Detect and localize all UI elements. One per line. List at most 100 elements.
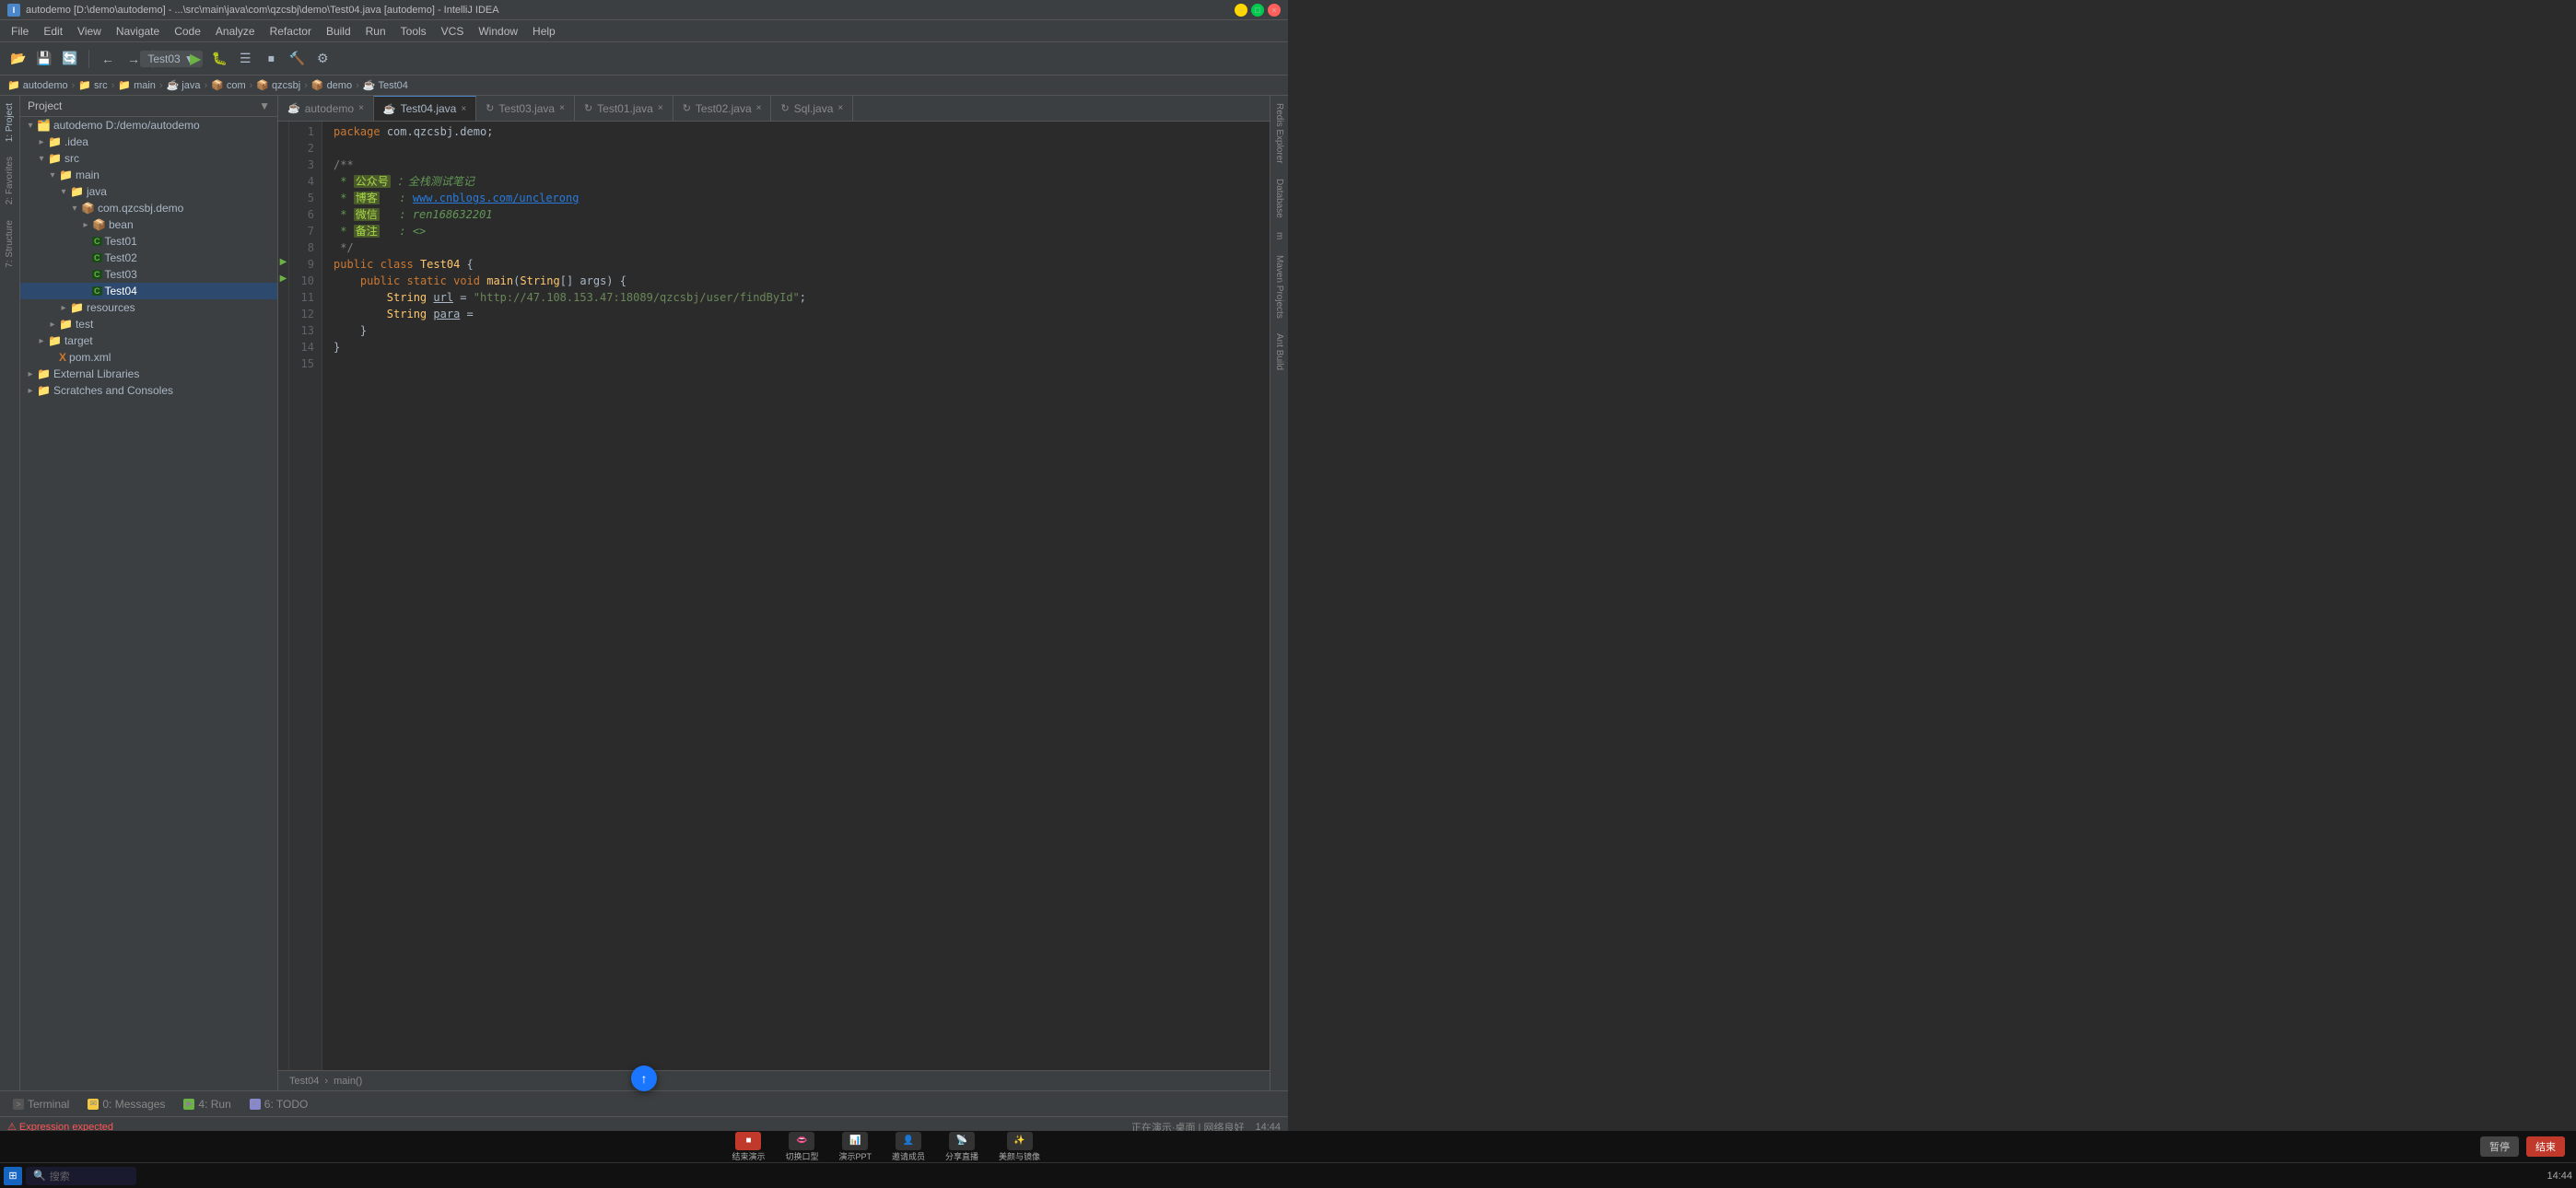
breadcrumb-item-main[interactable]: 📁main [118,79,156,91]
run-button[interactable]: ▶ [186,50,205,68]
tab-Test03.java[interactable]: ↻Test03.java× [476,96,575,121]
run-config-dropdown[interactable]: Test03 ▼ [160,48,182,70]
bottom-tab-todo[interactable]: ✓6: TODO [244,1094,314,1114]
menu-item-help[interactable]: Help [525,23,563,40]
menu-item-tools[interactable]: Tools [393,23,434,40]
gutter-line-10[interactable]: ▶ [278,271,288,287]
window-controls[interactable]: − □ × [1235,4,1281,17]
end-button[interactable]: 结束 [2526,1136,2565,1157]
overlay-ppt[interactable]: 📊 演示PPT [839,1132,872,1162]
build-button[interactable]: 🔨 [286,48,308,70]
tree-item-external-libs[interactable]: ▸📁External Libraries [20,366,277,382]
maximize-button[interactable]: □ [1251,4,1264,17]
pause-button[interactable]: 暂停 [2480,1136,2519,1157]
code-line-3[interactable]: /** [334,157,1270,173]
tab-close[interactable]: × [756,103,762,113]
tab-Sql.java[interactable]: ↻Sql.java× [771,96,853,121]
back-button[interactable]: ← [97,48,119,70]
search-bar[interactable]: 🔍 搜索 [26,1167,136,1185]
structure-tab[interactable]: 7: Structure [3,213,17,275]
project-tab[interactable]: 1: Project [3,96,17,149]
overlay-end-presentation[interactable]: ■ 结束演示 [732,1132,765,1162]
tree-item-autodemo-root[interactable]: ▾🗂️autodemo D:/demo/autodemo [20,117,277,134]
code-line-6[interactable]: * 微信 : ren168632201 [334,206,1270,223]
tree-item-scratches[interactable]: ▸📁Scratches and Consoles [20,382,277,399]
right-panel-database[interactable]: Database [1272,171,1286,226]
code-line-1[interactable]: package com.qzcsbj.demo; [334,123,1270,140]
tree-item-Test02[interactable]: CTest02 [20,250,277,266]
tree-item-target[interactable]: ▸📁target [20,332,277,349]
menu-item-navigate[interactable]: Navigate [109,23,167,40]
right-panel-ant-build[interactable]: Ant Build [1272,326,1286,378]
code-line-7[interactable]: * 备注 : <> [334,223,1270,239]
menu-item-vcs[interactable]: VCS [434,23,472,40]
breadcrumb-item-src[interactable]: 📁src [78,79,107,91]
tab-close[interactable]: × [461,104,466,114]
code-line-13[interactable]: } [334,322,1270,339]
minimize-button[interactable]: − [1235,4,1247,17]
overlay-switch-mouth[interactable]: 👄 切换口型 [785,1132,818,1162]
favorites-tab[interactable]: 2: Favorites [3,149,17,212]
code-line-10[interactable]: public static void main(String[] args) { [334,273,1270,289]
code-line-11[interactable]: String url = "http://47.108.153.47:18089… [334,289,1270,306]
tree-item-test[interactable]: ▸📁test [20,316,277,332]
overlay-beauty[interactable]: ✨ 美颜与镜像 [999,1132,1040,1162]
tree-item-Test01[interactable]: CTest01 [20,233,277,250]
breadcrumb-item-com[interactable]: 📦com [211,79,245,91]
tree-item-main[interactable]: ▾📁main [20,167,277,183]
code-line-2[interactable] [334,140,1270,157]
tree-item-resources[interactable]: ▸📁resources [20,299,277,316]
tab-close[interactable]: × [658,103,663,113]
menu-item-build[interactable]: Build [319,23,358,40]
code-line-8[interactable]: */ [334,239,1270,256]
menu-item-code[interactable]: Code [167,23,208,40]
right-panel-redis-explorer[interactable]: Redis Explorer [1272,96,1286,171]
open-button[interactable]: 📂 [7,48,29,70]
editor-content[interactable]: ▶▶ 123456789101112131415 package com.qzc… [278,122,1270,1070]
stop-button[interactable]: ⏹ [260,48,282,70]
tree-item-bean[interactable]: ▸📦bean [20,216,277,233]
settings-button[interactable]: ⚙ [311,48,334,70]
breadcrumb-item-autodemo[interactable]: 📁autodemo [7,79,68,91]
windows-button[interactable]: ⊞ [4,1167,22,1185]
gutter-line-9[interactable]: ▶ [278,254,288,271]
bottom-tab-run[interactable]: ▶4: Run [178,1094,236,1114]
code-line-15[interactable] [334,355,1270,372]
tab-close[interactable]: × [358,103,364,113]
code-line-4[interactable]: * 公众号 ：全栈测试笔记 [334,173,1270,190]
run-coverage-button[interactable]: ☰ [234,48,256,70]
tab-close[interactable]: × [559,103,565,113]
code-line-5[interactable]: * 博客 : www.cnblogs.com/unclerong [334,190,1270,206]
debug-button[interactable]: 🐛 [208,48,230,70]
code-editor[interactable]: package com.qzcsbj.demo; /** * 公众号 ：全栈测试笔… [322,122,1270,1070]
menu-item-analyze[interactable]: Analyze [208,23,263,40]
overlay-share[interactable]: 📡 分享直播 [945,1132,978,1162]
right-panel-maven-projects[interactable]: Maven Projects [1272,248,1286,326]
right-panel-m[interactable]: m [1272,225,1286,247]
code-line-12[interactable]: String para = [334,306,1270,322]
tab-Test02.java[interactable]: ↻Test02.java× [673,96,772,121]
tree-item-Test04[interactable]: CTest04 [20,283,277,299]
bottom-tab-messages[interactable]: ✉0: Messages [82,1094,170,1114]
code-line-9[interactable]: public class Test04 { [334,256,1270,273]
breadcrumb-item-java[interactable]: ☕java [167,79,201,91]
breadcrumb-item-test04[interactable]: ☕Test04 [363,79,408,91]
save-button[interactable]: 💾 [33,48,55,70]
tree-item-pom.xml[interactable]: Xpom.xml [20,349,277,366]
tab-Test04.java[interactable]: ☕Test04.java× [374,96,476,121]
bottom-tab-terminal[interactable]: >Terminal [7,1094,75,1114]
code-line-14[interactable]: } [334,339,1270,355]
menu-item-view[interactable]: View [70,23,109,40]
tab-autodemo[interactable]: ☕autodemo× [278,96,374,121]
breadcrumb-item-qzcsbj[interactable]: 📦qzcsbj [256,79,300,91]
tree-item-java[interactable]: ▾📁java [20,183,277,200]
sync-button[interactable]: 🔄 [59,48,81,70]
menu-item-window[interactable]: Window [471,23,525,40]
menu-item-file[interactable]: File [4,23,36,40]
menu-item-edit[interactable]: Edit [36,23,70,40]
floating-button[interactable]: ↑ [631,1066,657,1091]
tab-Test01.java[interactable]: ↻Test01.java× [575,96,673,121]
overlay-invite[interactable]: 👤 邀请成员 [892,1132,925,1162]
menu-item-refactor[interactable]: Refactor [263,23,319,40]
tree-item-src[interactable]: ▾📁src [20,150,277,167]
